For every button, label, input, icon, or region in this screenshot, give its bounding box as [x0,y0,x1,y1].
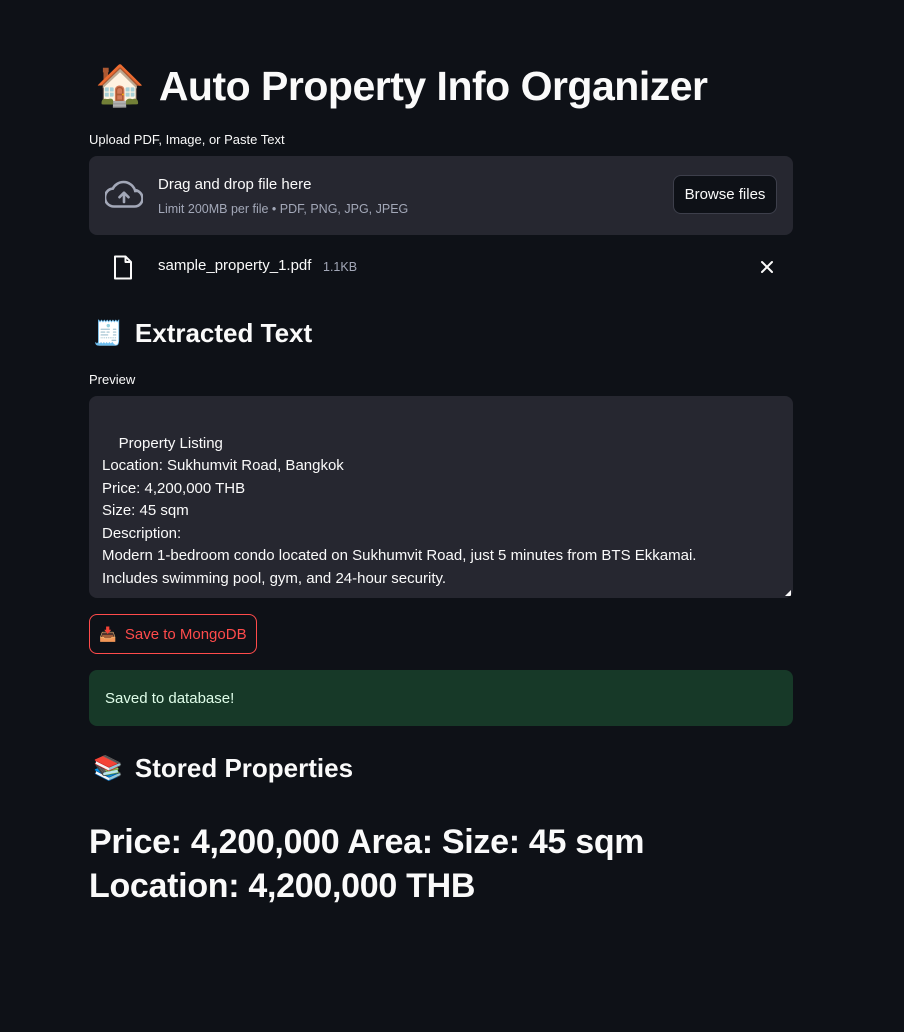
file-size: 1.1KB [323,260,358,274]
stored-properties-heading: 📚 Stored Properties [93,753,353,784]
save-button-label: Save to MongoDB [124,625,247,643]
house-icon: 🏠 [95,64,145,108]
preview-label: Preview [89,372,136,387]
stored-heading-text: Stored Properties [134,753,354,783]
extracted-heading-text: Extracted Text [134,318,313,348]
preview-textarea[interactable]: Property Listing Location: Sukhumvit Roa… [89,396,793,598]
page-title: 🏠 Auto Property Info Organizer [95,60,708,112]
receipt-icon: 🧾 [93,320,123,347]
browse-files-button[interactable]: Browse files [673,175,777,214]
uploader-label: Upload PDF, Image, or Paste Text [89,132,285,147]
page-title-text: Auto Property Info Organizer [158,63,708,109]
file-icon [114,255,132,280]
dropzone-instructions: Drag and drop file here [158,176,312,193]
inbox-tray-icon: 📥 [99,625,117,642]
dropzone-limit: Limit 200MB per file • PDF, PNG, JPG, JP… [158,202,409,216]
save-to-mongodb-button[interactable]: 📥 Save to MongoDB [89,614,257,654]
success-alert: Saved to database! [89,670,793,726]
file-dropzone[interactable]: Drag and drop file here Limit 200MB per … [89,156,793,235]
success-message: Saved to database! [105,689,235,707]
books-icon: 📚 [93,755,123,782]
resize-handle[interactable] [785,590,791,596]
cloud-upload-icon [105,180,143,208]
uploaded-file: sample_property_1.pdf 1.1KB [89,250,793,284]
file-name: sample_property_1.pdf [158,257,312,274]
extracted-text-heading: 🧾 Extracted Text [93,318,312,349]
stored-property-entry: Price: 4,200,000 Area: Size: 45 sqm Loca… [89,823,645,905]
preview-text: Property Listing Location: Sukhumvit Roa… [102,434,697,587]
close-icon[interactable] [759,259,775,275]
